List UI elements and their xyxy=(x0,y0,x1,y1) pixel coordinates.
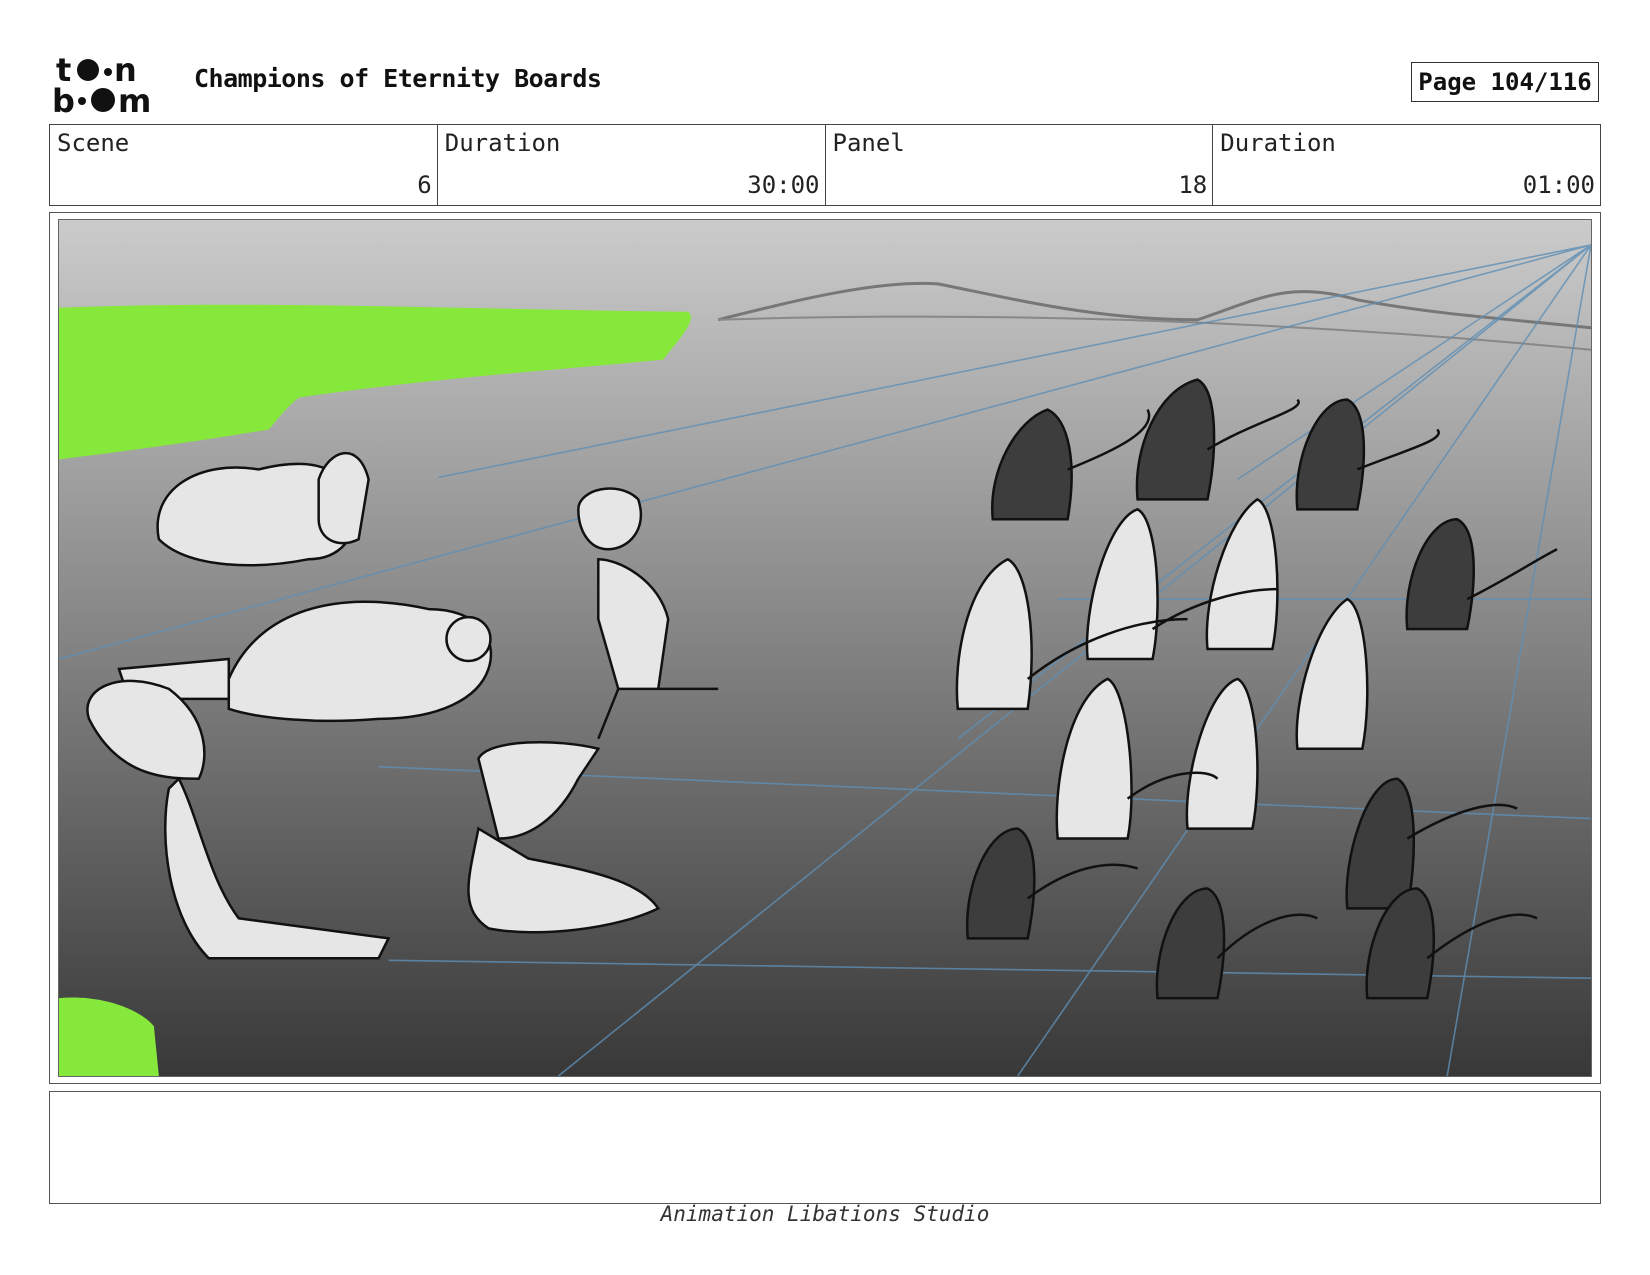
scene-duration-label: Duration xyxy=(444,129,561,157)
svg-text:b: b xyxy=(52,82,75,116)
panel-sketch xyxy=(59,220,1591,1076)
storyboard-title: Champions of Eternity Boards xyxy=(194,64,602,93)
scene-value: 6 xyxy=(417,171,432,199)
panel-value: 18 xyxy=(1178,171,1208,199)
scene-cell: Scene 6 xyxy=(50,125,438,205)
panel-duration-label: Duration xyxy=(1220,129,1336,157)
panel-label: Panel xyxy=(832,129,905,157)
scene-label: Scene xyxy=(57,129,130,157)
studio-footer: Animation Libations Studio xyxy=(660,1202,990,1226)
panel-duration-cell: Duration 01:00 xyxy=(1213,125,1600,205)
panel-duration-value: 01:00 xyxy=(1522,171,1595,199)
panel-info-row: Scene 6 Duration 30:00 Panel 18 Duration… xyxy=(49,124,1601,206)
panel-notes-box xyxy=(49,1091,1601,1204)
toon-boom-logo: t n b m xyxy=(52,54,168,116)
svg-text:m: m xyxy=(118,82,151,116)
storyboard-panel-image xyxy=(58,219,1592,1077)
scene-duration-cell: Duration 30:00 xyxy=(438,125,826,205)
page-indicator: Page 104/116 xyxy=(1411,62,1599,102)
toon-boom-logo-icon: t n b m xyxy=(52,54,151,116)
scene-duration-value: 30:00 xyxy=(747,171,820,199)
panel-cell: Panel 18 xyxy=(826,125,1214,205)
